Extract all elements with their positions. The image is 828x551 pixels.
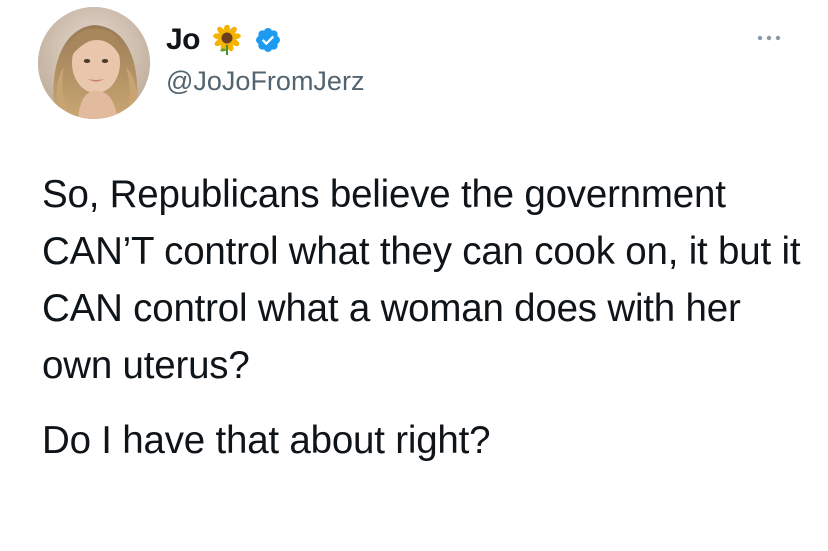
avatar-image (38, 7, 150, 119)
display-name[interactable]: Jo (166, 23, 201, 57)
user-handle[interactable]: @JoJoFromJerz (166, 66, 364, 97)
sunflower-icon (212, 24, 242, 55)
tweet-text: So, Republicans believe the government C… (42, 166, 802, 469)
name-row: Jo (166, 20, 364, 60)
more-options-button[interactable] (754, 28, 784, 48)
tweet-header: Jo @JoJoFromJerz (166, 20, 364, 97)
tweet-paragraph: So, Republicans believe the government C… (42, 173, 801, 387)
tweet-card: Jo @JoJoFromJerz So, Republicans believe… (0, 0, 828, 551)
more-icon (757, 35, 781, 41)
tweet-paragraph: Do I have that about right? (42, 419, 491, 462)
avatar[interactable] (38, 7, 150, 119)
verified-badge-icon (254, 26, 282, 54)
